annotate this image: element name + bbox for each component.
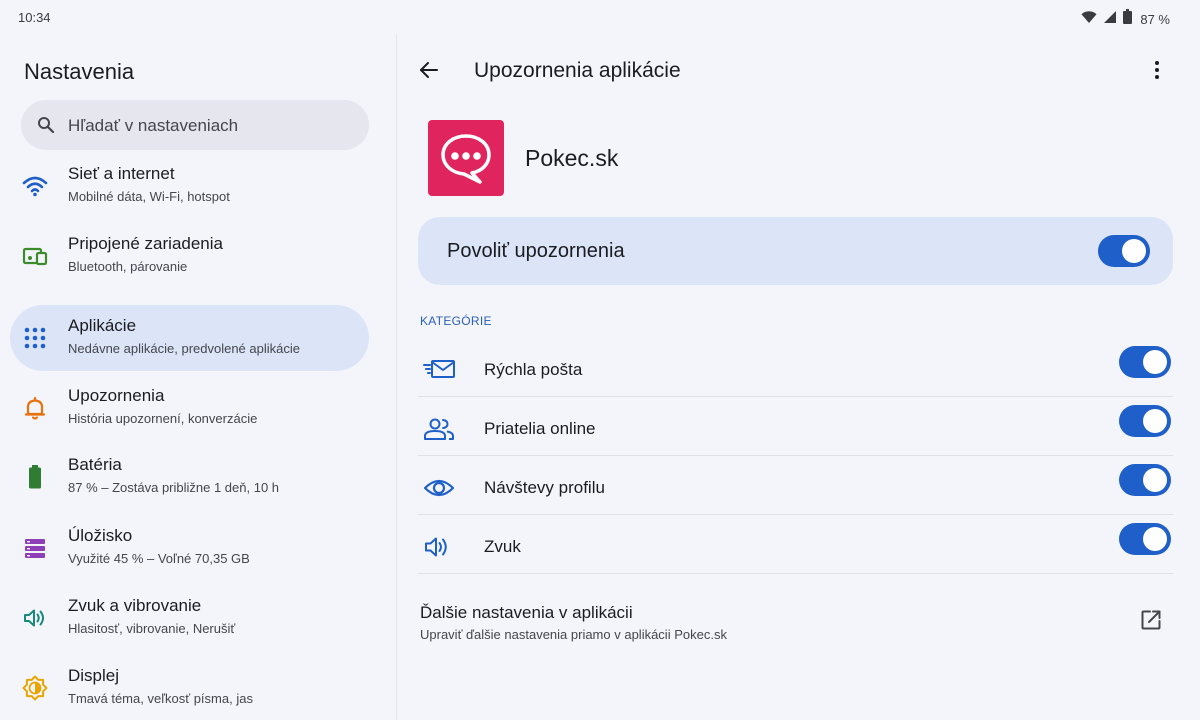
app-name: Pokec.sk xyxy=(525,145,619,171)
sidebar-item-subtitle: História upozornení, konverzácie xyxy=(68,411,258,426)
sidebar-item-label: Pripojené zariadenia xyxy=(68,234,223,253)
allow-notifications-row[interactable]: Povoliť upozornenia xyxy=(418,217,1173,285)
category-row-sound[interactable]: Zvuk xyxy=(418,517,1173,576)
storage-icon xyxy=(22,535,48,561)
category-toggle[interactable] xyxy=(1119,464,1171,496)
sidebar-item-subtitle: Tmavá téma, veľkosť písma, jas xyxy=(68,691,253,706)
eye-icon xyxy=(422,475,456,501)
sidebar-item-subtitle: Hlasitosť, vibrovanie, Nerušiť xyxy=(68,621,236,636)
sidebar-item-label: Upozornenia xyxy=(68,386,165,405)
sidebar-item-subtitle: Bluetooth, párovanie xyxy=(68,259,188,274)
signal-icon xyxy=(1103,10,1117,29)
row-divider xyxy=(418,514,1173,515)
bell-icon xyxy=(22,395,48,421)
row-divider xyxy=(418,455,1173,456)
toggle-knob xyxy=(1143,409,1167,433)
sidebar-item-label: Displej xyxy=(68,666,120,685)
back-arrow-icon[interactable] xyxy=(417,58,441,82)
category-row-profile-visits[interactable]: Návštevy profilu xyxy=(418,458,1173,517)
category-toggle[interactable] xyxy=(1119,346,1171,378)
sidebar-item-apps[interactable]: Aplikácie Nedávne aplikácie, predvolené … xyxy=(10,305,369,371)
status-time: 10:34 xyxy=(18,10,51,25)
sidebar-item-sound[interactable]: Zvuk a vibrovanie Hlasitosť, vibrovanie,… xyxy=(10,585,369,651)
devices-icon xyxy=(22,243,48,269)
sidebar-item-storage[interactable]: Úložisko Využité 45 % – Voľné 70,35 GB xyxy=(10,515,369,581)
chat-bubble-icon xyxy=(428,134,504,200)
sidebar-item-notifications[interactable]: Upozornenia História upozornení, konverz… xyxy=(10,375,369,441)
category-row-friends-online[interactable]: Priatelia online xyxy=(418,399,1173,458)
category-row-fast-mail[interactable]: Rýchla pošta xyxy=(418,340,1173,399)
sidebar-item-label: Zvuk a vibrovanie xyxy=(68,596,202,615)
brightness-icon xyxy=(22,675,48,701)
additional-settings-title: Ďalšie nastavenia v aplikácii xyxy=(420,603,633,622)
sidebar-item-subtitle: Využité 45 % – Voľné 70,35 GB xyxy=(68,551,250,566)
category-toggle[interactable] xyxy=(1119,523,1171,555)
settings-sidebar: Nastavenia Hľadať v nastaveniach Sieť a … xyxy=(0,34,396,720)
sidebar-item-label: Sieť a internet xyxy=(68,164,175,183)
sidebar-title: Nastavenia xyxy=(24,59,135,84)
sidebar-item-label: Úložisko xyxy=(68,526,133,545)
category-label: Priatelia online xyxy=(484,419,596,438)
toggle-knob xyxy=(1143,527,1167,551)
sidebar-item-label: Batéria xyxy=(68,455,122,474)
people-icon xyxy=(422,416,456,442)
status-icons: 87 % xyxy=(1081,9,1170,29)
sidebar-item-display[interactable]: Displej Tmavá téma, veľkosť písma, jas xyxy=(10,655,369,720)
sidebar-item-label: Aplikácie xyxy=(68,316,137,335)
additional-settings-row[interactable]: Ďalšie nastavenia v aplikácii Upraviť ďa… xyxy=(418,594,1173,654)
app-notifications-pane: Upozornenia aplikácie Pokec.sk Povoliť u… xyxy=(397,34,1200,720)
toggle-knob xyxy=(1143,350,1167,374)
category-label: Rýchla pošta xyxy=(484,360,583,379)
sidebar-item-subtitle: Mobilné dáta, Wi-Fi, hotspot xyxy=(68,189,230,204)
sidebar-item-battery[interactable]: Batéria 87 % – Zostáva približne 1 deň, … xyxy=(10,444,369,510)
sidebar-item-subtitle: Nedávne aplikácie, predvolené aplikácie xyxy=(68,341,300,356)
apps-grid-icon xyxy=(22,325,48,351)
open-external-icon[interactable] xyxy=(1139,608,1163,632)
category-label: Návštevy profilu xyxy=(484,478,605,497)
row-divider xyxy=(418,396,1173,397)
battery-icon xyxy=(1123,9,1133,29)
status-bar: 10:34 87 % xyxy=(0,0,1200,34)
allow-notifications-label: Povoliť upozornenia xyxy=(447,240,625,262)
allow-notifications-toggle[interactable] xyxy=(1098,235,1150,267)
battery-icon xyxy=(22,464,48,490)
additional-settings-subtitle: Upraviť ďalšie nastavenia priamo v aplik… xyxy=(420,627,727,642)
battery-percent: 87 % xyxy=(1140,11,1170,27)
sidebar-item-network[interactable]: Sieť a internet Mobilné dáta, Wi-Fi, hot… xyxy=(10,153,369,219)
search-icon xyxy=(37,116,55,139)
wifi-icon xyxy=(22,173,48,199)
sidebar-item-subtitle: 87 % – Zostáva približne 1 deň, 10 h xyxy=(68,480,280,495)
row-divider xyxy=(418,573,1173,574)
volume-icon xyxy=(22,605,48,631)
category-label: Zvuk xyxy=(484,537,521,556)
wifi-icon xyxy=(1081,10,1097,29)
sidebar-item-connected-devices[interactable]: Pripojené zariadenia Bluetooth, párovani… xyxy=(10,223,369,289)
category-toggle[interactable] xyxy=(1119,405,1171,437)
fast-mail-icon xyxy=(422,357,456,383)
toggle-knob xyxy=(1122,239,1146,263)
page-title: Upozornenia aplikácie xyxy=(474,59,681,82)
app-icon xyxy=(428,120,504,196)
more-vert-icon[interactable] xyxy=(1145,58,1169,82)
toggle-knob xyxy=(1143,468,1167,492)
search-input[interactable]: Hľadať v nastaveniach xyxy=(21,100,369,150)
search-placeholder: Hľadať v nastaveniach xyxy=(68,116,239,135)
volume-icon xyxy=(422,534,456,560)
section-header-categories: KATEGÓRIE xyxy=(420,314,492,328)
